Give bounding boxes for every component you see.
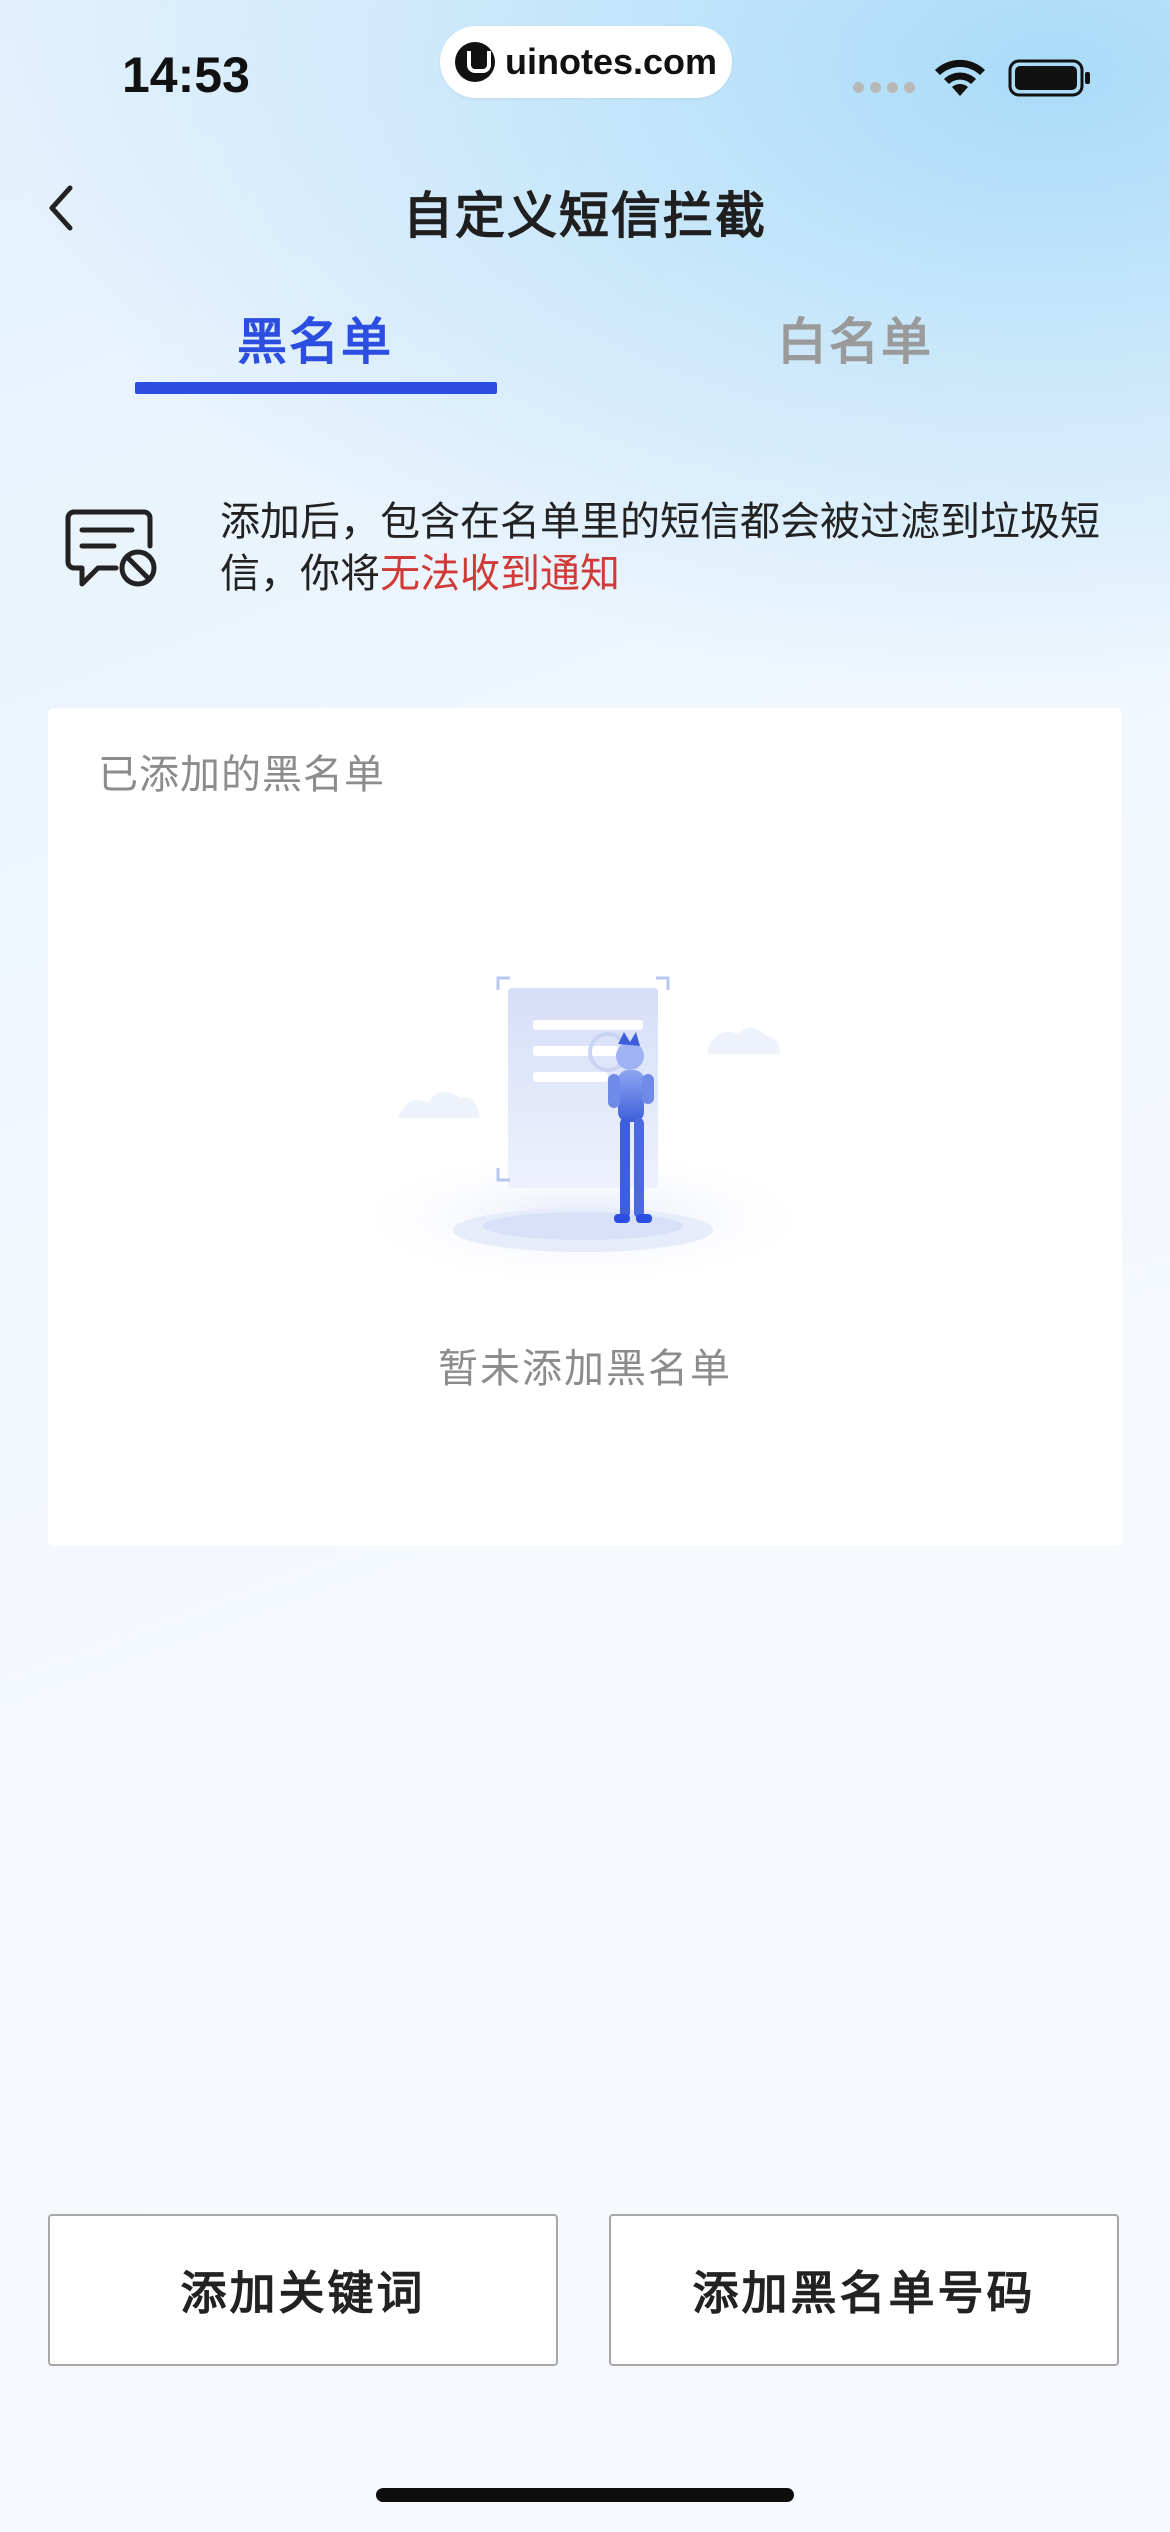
url-pill[interactable]: uinotes.com [440,26,732,98]
empty-state-illustration [343,976,823,1288]
add-blacklist-number-button[interactable]: 添加黑名单号码 [609,2214,1119,2366]
page-title: 自定义短信拦截 [403,187,767,245]
message-blocked-icon [65,509,157,587]
site-logo-icon [454,42,495,82]
active-tab-indicator [135,382,497,394]
home-indicator[interactable] [376,2488,794,2502]
tab-whitelist[interactable]: 白名单 [675,302,1035,374]
battery-icon [1008,59,1090,97]
tab-blacklist[interactable]: 黑名单 [135,302,495,374]
add-keyword-button[interactable]: 添加关键词 [48,2214,558,2366]
cellular-signal-icon [853,82,915,93]
notice-text: 添加后，包含在名单里的短信都会被过滤到垃圾短信，你将无法收到通知 [220,496,1140,600]
wifi-icon [935,59,985,96]
card-title: 已添加的黑名单 [98,752,385,798]
empty-state-text: 暂未添加黑名单 [438,1346,732,1392]
notice-warning-text: 无法收到通知 [380,551,620,597]
status-time: 14:53 [122,47,250,103]
notice-main-text: 添加后，包含在名单里的短信都会被过滤到垃圾短信，你将 [220,499,1100,597]
blacklist-card: 已添加的黑名单 暂未添加黑名单 [48,708,1122,1546]
url-text: uinotes.com [504,41,718,82]
